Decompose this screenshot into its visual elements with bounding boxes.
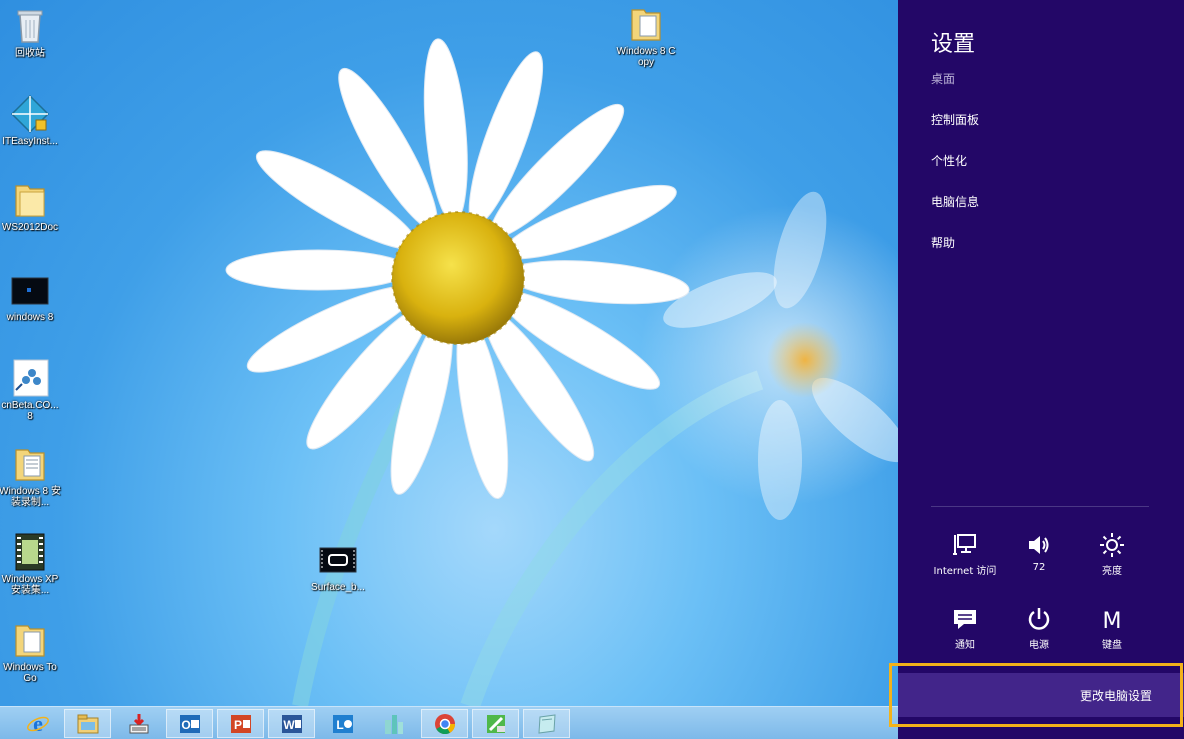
web-shortcut-icon bbox=[13, 359, 49, 397]
desktop-icon-cnbeta[interactable]: cnBeta.CO... 8 bbox=[0, 358, 62, 422]
change-pc-settings-button[interactable]: 更改电脑设置 bbox=[898, 673, 1184, 717]
brightness-icon bbox=[1100, 533, 1124, 557]
charm-context-label: 桌面 bbox=[931, 72, 956, 86]
folder-icon bbox=[15, 625, 45, 657]
charm-link-pc-info[interactable]: 电脑信息 bbox=[931, 193, 979, 210]
desktop-icon-windows8-video[interactable]: windows 8 bbox=[0, 270, 62, 323]
quick-setting-label: 通知 bbox=[955, 640, 975, 651]
word-icon: W bbox=[281, 714, 302, 733]
quick-setting-label: 键盘 bbox=[1102, 640, 1122, 651]
quick-setting-keyboard[interactable]: M 键盘 bbox=[1077, 606, 1147, 651]
quick-setting-network[interactable]: Internet 访问 bbox=[930, 532, 1000, 577]
desktop-icon-label: 回收站 bbox=[15, 48, 45, 59]
desktop-icon-winxp-install[interactable]: Windows XP安装集... bbox=[0, 532, 62, 596]
taskbar-item-lync[interactable]: L bbox=[319, 709, 366, 738]
svg-text:L: L bbox=[336, 718, 343, 732]
svg-text:e: e bbox=[33, 712, 43, 736]
video-file-icon bbox=[11, 277, 49, 305]
desktop: 回收站 ITEasyInst... WS2012Doc windows 8 cn… bbox=[0, 0, 898, 706]
taskbar-item-outlook[interactable]: O bbox=[166, 709, 213, 738]
quick-setting-label: 72 bbox=[1032, 562, 1046, 573]
volume-icon bbox=[1029, 536, 1049, 554]
folder-icon bbox=[631, 9, 661, 41]
desktop-icon-ws2012doc[interactable]: WS2012Doc bbox=[0, 180, 62, 233]
desktop-icon-win8-install[interactable]: Windows 8 安装录制... bbox=[0, 444, 62, 508]
taskbar-item-city-app[interactable] bbox=[370, 709, 417, 738]
desktop-icon-surface-video[interactable]: Surface_b... bbox=[306, 540, 370, 593]
keyboard-glyph: M bbox=[1103, 609, 1122, 632]
taskbar-item-app-window[interactable] bbox=[523, 709, 570, 738]
video-file-icon bbox=[319, 547, 357, 573]
quick-setting-label: 亮度 bbox=[1102, 566, 1122, 577]
quick-setting-label: 电源 bbox=[1029, 640, 1049, 651]
charm-link-help[interactable]: 帮助 bbox=[931, 234, 955, 251]
powerpoint-icon: P bbox=[230, 714, 251, 733]
chrome-icon bbox=[434, 713, 455, 734]
settings-charm-pane: 设置 桌面 控制面板 个性化 电脑信息 帮助 Internet 访问 72 亮度 bbox=[898, 0, 1184, 739]
power-icon bbox=[1028, 608, 1050, 630]
taskbar-item-powerpoint[interactable]: P bbox=[217, 709, 264, 738]
desktop-icon-label: Surface_b... bbox=[311, 582, 365, 593]
desktop-icon-windows8-copy[interactable]: Windows 8 Copy bbox=[614, 4, 678, 68]
quick-setting-brightness[interactable]: 亮度 bbox=[1077, 532, 1147, 577]
quick-setting-volume[interactable]: 72 bbox=[1004, 532, 1074, 573]
quick-setting-label: Internet 访问 bbox=[933, 566, 997, 577]
desktop-icon-label: Windows To Go bbox=[3, 662, 57, 684]
svg-text:O: O bbox=[181, 718, 190, 732]
svg-text:W: W bbox=[283, 718, 295, 732]
film-file-icon bbox=[15, 533, 45, 571]
notifications-icon bbox=[954, 610, 976, 629]
outlook-icon: O bbox=[179, 714, 200, 733]
network-icon bbox=[953, 534, 976, 555]
desktop-icon-iteasyinst[interactable]: ITEasyInst... bbox=[0, 94, 62, 147]
taskbar: e O P W L bbox=[0, 706, 898, 739]
charm-link-control-panel[interactable]: 控制面板 bbox=[931, 111, 979, 128]
ie-icon: e bbox=[26, 712, 49, 736]
svg-text:P: P bbox=[233, 718, 241, 732]
taskbar-item-file-explorer[interactable] bbox=[64, 709, 111, 738]
lync-icon: L bbox=[332, 714, 353, 733]
change-pc-settings-label: 更改电脑设置 bbox=[1079, 688, 1152, 703]
desktop-icon-label: Windows XP安装集... bbox=[1, 574, 59, 596]
buildings-icon bbox=[384, 714, 403, 734]
paint-icon bbox=[486, 714, 505, 733]
desktop-icon-windows-to-go[interactable]: Windows To Go bbox=[0, 620, 62, 684]
download-icon bbox=[129, 713, 148, 733]
desktop-icon-label: Windows 8 Copy bbox=[616, 46, 676, 68]
taskbar-item-chrome[interactable] bbox=[421, 709, 468, 738]
desktop-icon-label: windows 8 bbox=[6, 312, 54, 323]
desktop-icon-label: cnBeta.CO... 8 bbox=[1, 400, 59, 422]
charm-title: 设置 bbox=[931, 32, 976, 57]
taskbar-item-downloader[interactable] bbox=[115, 709, 162, 738]
desktop-icon-label: WS2012Doc bbox=[1, 222, 59, 233]
file-explorer-icon bbox=[77, 714, 98, 733]
desktop-icon-label: Windows 8 安装录制... bbox=[0, 486, 61, 508]
folder-icon bbox=[15, 185, 45, 217]
desktop-icon-recycle-bin[interactable]: 回收站 bbox=[0, 6, 62, 59]
taskbar-item-paint-tool[interactable] bbox=[472, 709, 519, 738]
folder-icon bbox=[15, 449, 45, 481]
charm-divider bbox=[931, 506, 1149, 507]
recycle-bin-icon bbox=[17, 10, 43, 43]
desktop-icon-label: ITEasyInst... bbox=[2, 136, 58, 147]
keyboard-icon: M bbox=[1103, 609, 1122, 632]
installer-shortcut-icon bbox=[10, 94, 50, 134]
quick-setting-notifications[interactable]: 通知 bbox=[930, 606, 1000, 651]
app-window-icon bbox=[537, 713, 556, 734]
charm-link-personalization[interactable]: 个性化 bbox=[931, 152, 967, 169]
quick-setting-power[interactable]: 电源 bbox=[1004, 606, 1074, 651]
taskbar-item-word[interactable]: W bbox=[268, 709, 315, 738]
daisy-wallpaper bbox=[225, 38, 898, 706]
taskbar-item-internet-explorer[interactable]: e bbox=[14, 709, 61, 738]
